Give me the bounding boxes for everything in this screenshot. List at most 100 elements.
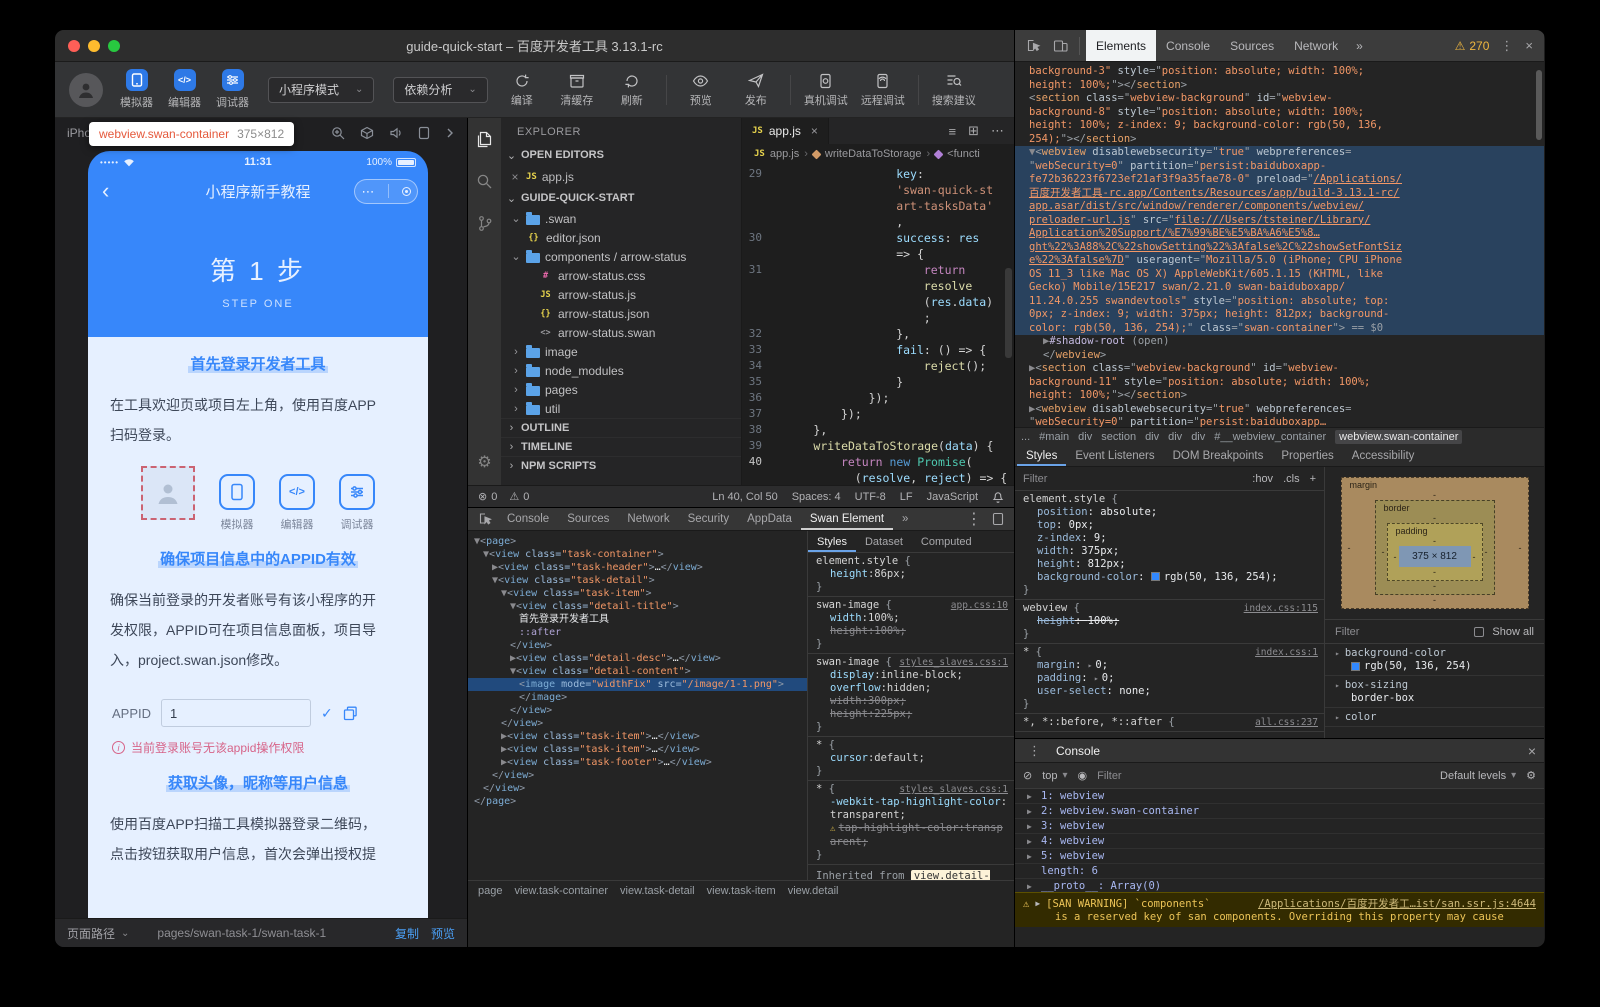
box-model-padding[interactable]: padding--375 × 812-- <box>1387 523 1483 581</box>
css-property[interactable]: margin: ▸0; <box>1023 659 1318 672</box>
swan-dom-node[interactable]: ▶<view class="task-item">…</view> <box>468 730 807 743</box>
home-icon[interactable] <box>402 187 411 196</box>
preview-button[interactable]: 预览 <box>680 72 722 108</box>
code-line[interactable]: art-tasksData' <box>742 198 1014 214</box>
dom-node[interactable]: 百度开发者工具-rc.app/Contents/Resources/app/bu… <box>1015 187 1544 201</box>
code-line[interactable]: 31return <box>742 262 1014 278</box>
tab-properties[interactable]: Properties <box>1272 445 1342 466</box>
inspect-icon[interactable] <box>1021 38 1046 53</box>
code-line[interactable]: 32}, <box>742 326 1014 342</box>
swan-dom-node[interactable]: ▼<view class="detail-content"> <box>468 665 807 678</box>
dom-node[interactable]: ▶#shadow-root (open) <box>1015 335 1544 349</box>
dom-node[interactable]: </webview> <box>1015 349 1544 363</box>
css-property[interactable]: user-select: none; <box>1023 685 1318 698</box>
breadcrumb-item[interactable]: div <box>1191 431 1205 443</box>
css-property[interactable]: height: 812px; <box>1023 558 1318 571</box>
console-entry[interactable]: ▶__proto__: Array(0) <box>1015 879 1544 892</box>
breadcrumb-item[interactable]: view.task-detail <box>620 885 695 897</box>
editor-more-icon[interactable]: ⋯ <box>991 123 1004 139</box>
explorer-item[interactable]: <>arrow-status.swan <box>501 323 741 342</box>
code-area[interactable]: 29key:'swan-quick-start-tasksData',30suc… <box>742 164 1014 485</box>
console-entry[interactable]: ▶2: webview.swan-container <box>1015 804 1544 819</box>
minimize-window-button[interactable] <box>88 40 100 52</box>
computed-property[interactable]: ▸color <box>1325 708 1544 727</box>
dom-node[interactable]: ▼<webview disablewebsecurity="true" webp… <box>1015 146 1544 160</box>
swan-dom-node[interactable]: ▶<view class="detail-desc">…</view> <box>468 652 807 665</box>
console-entry[interactable]: ▶1: webview <box>1015 789 1544 804</box>
computed-property[interactable]: ▸box-sizingborder-box <box>1325 676 1544 708</box>
explorer-item[interactable]: ›pages <box>501 380 741 399</box>
device-frame-icon[interactable] <box>418 126 430 140</box>
open-changes-icon[interactable]: ≡ <box>949 124 957 139</box>
css-property[interactable]: height:100%; <box>816 625 1008 638</box>
expand-icon[interactable]: ▶ <box>1035 899 1040 908</box>
device-debug-button[interactable]: 真机调试 <box>804 72 848 108</box>
stylesheet-link[interactable]: index.css:115 <box>1238 602 1318 615</box>
split-editor-icon[interactable]: ⊞ <box>968 123 979 139</box>
explorer-item[interactable]: #arrow-status.css <box>501 266 741 285</box>
css-property[interactable]: width: 375px; <box>1023 545 1318 558</box>
code-line[interactable]: 40return new Promise( <box>742 454 1014 470</box>
mode-dropdown[interactable]: 小程序模式 ⌄ <box>268 77 374 103</box>
analysis-dropdown[interactable]: 依赖分析 ⌄ <box>393 77 487 103</box>
dom-node[interactable]: background-8" style="position: absolute;… <box>1015 106 1544 120</box>
css-property[interactable]: width:100%; <box>816 612 1008 625</box>
console-entry[interactable]: ▶4: webview <box>1015 834 1544 849</box>
explorer-item[interactable]: ›image <box>501 342 741 361</box>
more-tabs-icon[interactable]: » <box>893 508 917 530</box>
close-window-button[interactable] <box>68 40 80 52</box>
explorer-icon[interactable] <box>476 130 493 148</box>
stylesheet-link[interactable]: index.css:1 <box>1249 646 1318 659</box>
sound-icon[interactable] <box>389 126 403 140</box>
css-property[interactable]: z-index: 9; <box>1023 532 1318 545</box>
swan-dom-node[interactable]: </view> <box>468 639 807 652</box>
dom-node[interactable]: "webSecurity=0" partition="persist:baidu… <box>1015 160 1544 174</box>
close-drawer-icon[interactable]: × <box>1528 743 1536 759</box>
code-line[interactable]: 37}); <box>742 406 1014 422</box>
breadcrumb-item[interactable]: view.task-item <box>707 885 776 897</box>
device-toolbar-icon[interactable] <box>1048 39 1073 53</box>
chevron-down-icon[interactable]: ⌄ <box>121 928 129 939</box>
open-editor-item[interactable]: × JS app.js <box>501 166 741 187</box>
box-model-margin[interactable]: margin--border--padding--375 × 812------ <box>1341 477 1529 609</box>
dom-node[interactable]: fe72b36223f6723ef21af3f9a35fae78-0" prel… <box>1015 173 1544 187</box>
swan-dom-node[interactable]: 首先登录开发者工具 <box>468 613 807 626</box>
new-rule-button[interactable]: + <box>1310 473 1316 485</box>
indent-setting[interactable]: Spaces: 4 <box>792 491 841 503</box>
project-section[interactable]: ⌄ GUIDE-QUICK-START <box>501 187 741 209</box>
explorer-item[interactable]: {}arrow-status.json <box>501 304 741 323</box>
simulator-toggle-button[interactable]: 模拟器 <box>120 69 153 110</box>
dom-node[interactable]: ght%22%3A88%2C%22showSetting%22%3Afalse%… <box>1015 241 1544 255</box>
close-tab-icon[interactable]: × <box>811 124 818 138</box>
explorer-item[interactable]: ⌄.swan <box>501 209 741 228</box>
appid-input[interactable]: 1 <box>161 699 311 727</box>
problems-errors[interactable]: ⊗0 <box>478 490 497 503</box>
swan-dom-node[interactable]: </view> <box>468 717 807 730</box>
dom-node[interactable]: OS 11_3 like Mac OS X) AppleWebKit/605.1… <box>1015 268 1544 282</box>
publish-button[interactable]: 发布 <box>735 72 777 108</box>
swan-dom-node[interactable]: ::after <box>468 626 807 639</box>
source-link[interactable]: /Applications/百度开发者工…ist/san.ssr.js:4644 <box>1258 896 1536 911</box>
dom-node[interactable]: Application%20Support/%E7%99%BE%E5%BA%A6… <box>1015 227 1544 241</box>
tab-styles[interactable]: Styles <box>808 531 856 552</box>
dom-node[interactable]: Gecko) Mobile/15E217 swan/2.21.0 swan-ba… <box>1015 281 1544 295</box>
css-property[interactable]: overflow:hidden; <box>816 682 1008 695</box>
settings-gear-icon[interactable]: ⚙ <box>477 453 491 471</box>
console-entry[interactable]: ▶3: webview <box>1015 819 1544 834</box>
dom-node[interactable]: 0px; z-index: 9; width: 375px; height: 8… <box>1015 308 1544 322</box>
breadcrumb-item[interactable]: div <box>1145 431 1159 443</box>
code-line[interactable]: 34reject(); <box>742 358 1014 374</box>
show-all-checkbox[interactable] <box>1474 627 1484 637</box>
hover-state-button[interactable]: :hov <box>1252 473 1273 485</box>
tab-console[interactable]: Console <box>1156 30 1220 61</box>
devtools-close-icon[interactable]: × <box>1520 38 1538 53</box>
css-property[interactable]: ⚠tap-highlight-color:transparent; <box>816 822 1008 849</box>
breadcrumb-item[interactable]: div <box>1168 431 1182 443</box>
css-property[interactable]: height: 100%; <box>1023 615 1318 628</box>
console-entry[interactable]: ▶5: webview <box>1015 849 1544 864</box>
breadcrumb-item[interactable]: view.detail <box>788 885 839 897</box>
dom-node[interactable]: height: 100%;"></section> <box>1015 79 1544 93</box>
breadcrumb-item[interactable]: #__webview_container <box>1214 431 1326 443</box>
code-line[interactable]: (resolve, reject) => { <box>742 470 1014 485</box>
dom-node[interactable]: color: rgb(50, 136, 254);" class="swan-c… <box>1015 322 1544 336</box>
